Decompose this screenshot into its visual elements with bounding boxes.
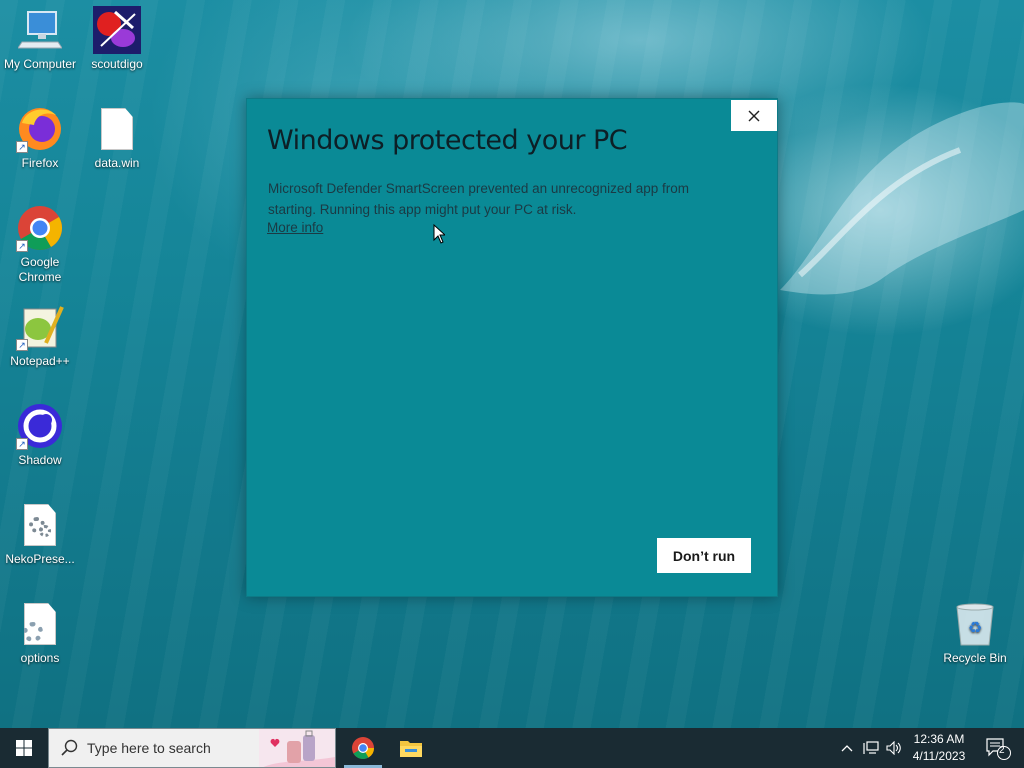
chrome-icon: [352, 737, 374, 759]
desktop-icon-label: NekoPrese...: [5, 552, 75, 566]
desktop-icon-label: Firefox: [21, 156, 59, 170]
desktop-icon-label: data.win: [94, 156, 140, 170]
shortcut-arrow-icon: ↗: [16, 141, 28, 153]
shortcut-arrow-icon: ↗: [16, 339, 28, 351]
chrome-icon: ↗: [16, 204, 64, 252]
computer-icon: [16, 6, 64, 54]
desktop-icon-label: options: [20, 651, 60, 665]
wallpaper-wave: [780, 102, 1024, 295]
notification-count-badge: 2: [999, 745, 1005, 756]
close-button[interactable]: [731, 100, 777, 131]
clock-date: 4/11/2023: [912, 749, 966, 763]
notepad-plus-plus-icon: ↗: [16, 303, 64, 351]
taskbar-clock[interactable]: 12:36 AM 4/11/2023: [906, 731, 972, 765]
clock-time: 12:36 AM: [913, 732, 965, 746]
desktop-icon-label: Shadow: [18, 453, 62, 467]
desktop-icon-label: Notepad++: [10, 354, 70, 368]
shortcut-arrow-icon: ↗: [16, 438, 28, 450]
taskbar: Type here to search 12:36 AM 4/11/2023 2: [0, 728, 1024, 768]
desktop-icon-my-computer[interactable]: My Computer: [0, 6, 80, 72]
desktop-icon-notepad-plus-plus[interactable]: ↗ Notepad++: [0, 303, 80, 369]
desktop-icon-recycle-bin[interactable]: ♻ Recycle Bin: [935, 600, 1015, 666]
svg-text:♻: ♻: [968, 618, 982, 637]
file-icon: [93, 105, 141, 153]
close-icon: [748, 110, 760, 121]
desktop-icon-nekopresence[interactable]: NekoPrese...: [0, 501, 80, 567]
network-status-button[interactable]: [860, 728, 882, 768]
smartscreen-dialog: Windows protected your PC Microsoft Defe…: [246, 98, 778, 597]
taskbar-search-box[interactable]: Type here to search: [48, 728, 336, 768]
recycle-bin-icon: ♻: [951, 600, 999, 648]
network-icon: [863, 741, 879, 754]
desktop-icon-scoutdigo[interactable]: scoutdigo: [77, 6, 157, 72]
desktop-icon-label: Google Chrome: [18, 255, 62, 284]
desktop-icon-shadow[interactable]: ↗ Shadow: [0, 402, 80, 468]
settings-file-icon: [16, 501, 64, 549]
search-placeholder: Type here to search: [87, 740, 211, 756]
show-hidden-icons-button[interactable]: [838, 728, 856, 768]
mouse-cursor-icon: [433, 224, 445, 244]
desktop-icon-label: My Computer: [3, 57, 77, 71]
shadow-icon: ↗: [16, 402, 64, 450]
action-center-button[interactable]: 2: [978, 728, 1018, 768]
desktop-icon-data-win[interactable]: data.win: [77, 105, 157, 171]
search-highlight-icon: [259, 729, 335, 767]
shortcut-arrow-icon: ↗: [16, 240, 28, 252]
settings-file-icon: [16, 600, 64, 648]
more-info-link[interactable]: More info: [267, 220, 323, 235]
dont-run-button[interactable]: Don’t run: [657, 538, 751, 573]
start-button[interactable]: [0, 728, 48, 768]
notification-icon: [986, 738, 1011, 760]
taskbar-file-explorer-button[interactable]: [388, 728, 434, 768]
file-explorer-icon: [400, 741, 422, 757]
volume-button[interactable]: [884, 728, 904, 768]
desktop-icon-label: scoutdigo: [91, 57, 143, 71]
speaker-icon: [886, 741, 901, 755]
desktop-icon-options[interactable]: options: [0, 600, 80, 666]
desktop-icon-google-chrome[interactable]: ↗ Google Chrome: [0, 204, 80, 285]
desktop-icon-firefox[interactable]: ↗ Firefox: [0, 105, 80, 171]
windows-logo-icon: [16, 740, 32, 756]
scoutdigo-icon: [93, 6, 141, 54]
taskbar-chrome-button[interactable]: [340, 728, 386, 768]
search-icon: [61, 739, 78, 756]
chevron-up-icon: [841, 745, 853, 752]
desktop-icon-label: Recycle Bin: [943, 651, 1007, 665]
dialog-title: Windows protected your PC: [267, 125, 628, 156]
firefox-icon: ↗: [16, 105, 64, 153]
dialog-message: Microsoft Defender SmartScreen prevented…: [268, 181, 689, 217]
